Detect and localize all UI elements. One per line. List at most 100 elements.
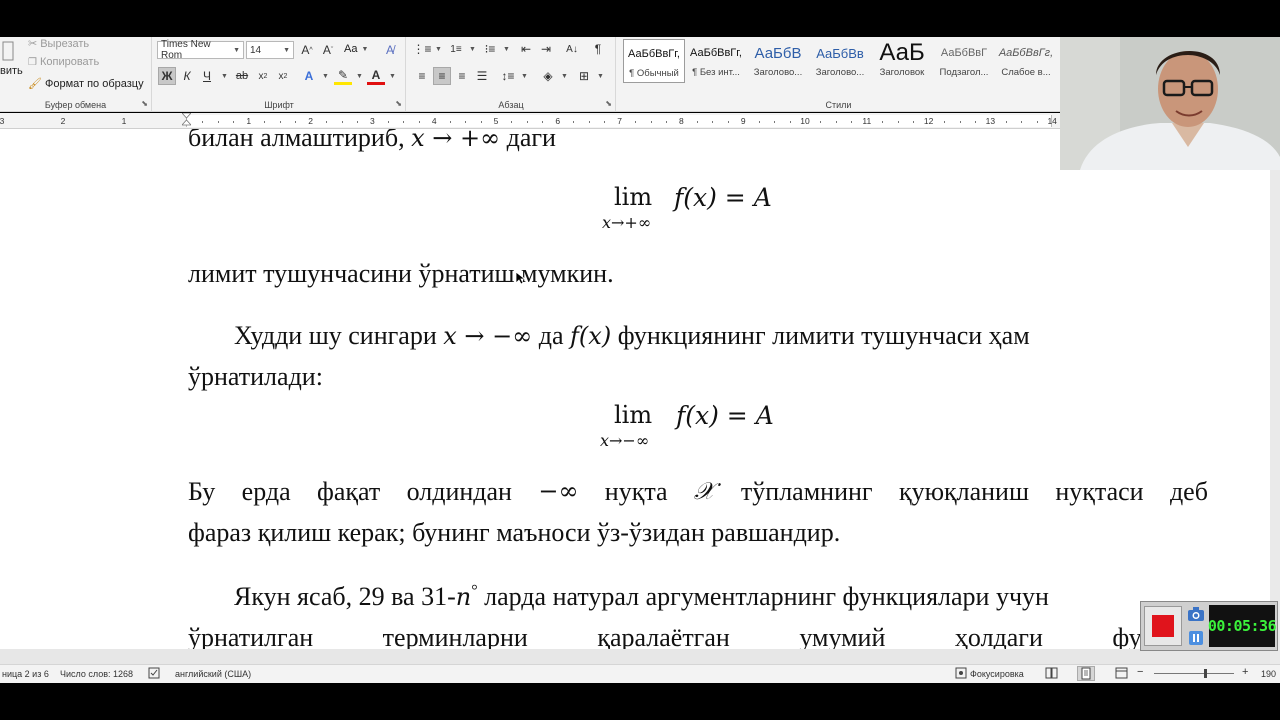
clear-formatting-icon[interactable]: A̸ xyxy=(381,41,399,59)
change-case-label: Aa xyxy=(344,43,358,55)
camera-button[interactable] xyxy=(1185,604,1207,624)
limit-formula: lim x→+∞ f(x) = A xyxy=(602,183,772,232)
zoom-slider[interactable] xyxy=(1154,673,1234,674)
style-item[interactable]: АаБбВвГг, Слабое в... xyxy=(995,39,1057,83)
style-sample: АаБбВ xyxy=(754,44,802,62)
change-case-button[interactable]: Aa ▼ xyxy=(344,43,368,55)
italic-button[interactable]: К xyxy=(178,67,196,85)
cut-button[interactable]: ✂ Вырезать xyxy=(28,37,89,51)
underline-dropdown-icon[interactable]: ▼ xyxy=(215,67,233,85)
bold-button[interactable]: Ж xyxy=(158,67,176,85)
decrease-indent-icon[interactable]: ⇤ xyxy=(517,40,535,58)
word: терминларни xyxy=(382,623,528,649)
font-group-label: Шрифт xyxy=(264,100,294,110)
indent-marker-icon[interactable] xyxy=(181,113,192,128)
bottom-black-bar xyxy=(0,683,1280,720)
font-size-combo[interactable]: 14 ▼ xyxy=(246,41,294,59)
stop-recording-button[interactable] xyxy=(1144,606,1182,646)
ruler-tick xyxy=(727,121,729,123)
ruler-tick xyxy=(944,121,946,123)
align-right-icon[interactable]: ≡ xyxy=(453,67,471,85)
shading-dropdown-icon[interactable]: ▼ xyxy=(555,67,573,85)
focus-mode-icon[interactable] xyxy=(955,667,967,681)
ruler-number: 12 xyxy=(923,116,934,126)
format-painter-button[interactable]: 🖌 Формат по образцу xyxy=(28,77,144,91)
underline-button[interactable]: Ч xyxy=(198,67,216,85)
align-center-icon[interactable]: ≡ xyxy=(433,67,451,85)
ruler-tick xyxy=(449,121,451,123)
web-layout-icon[interactable] xyxy=(1115,667,1128,681)
format-painter-label: Формат по образцу xyxy=(44,77,144,90)
lim-word: lim xyxy=(614,401,653,429)
word: қуюқланиш xyxy=(898,477,1029,506)
style-item[interactable]: АаБбВв Заголово... xyxy=(809,39,871,83)
language-indicator[interactable]: английский (США) xyxy=(175,669,251,679)
read-mode-icon[interactable] xyxy=(1045,667,1058,681)
ruler-tick xyxy=(758,121,760,123)
style-item[interactable]: АаБбВвГг, ¶ Обычный xyxy=(623,39,685,83)
highlight-dropdown-icon[interactable]: ▼ xyxy=(350,67,368,85)
zoom-out-icon[interactable]: − xyxy=(1137,666,1143,678)
ruler-number: 7 xyxy=(617,116,622,126)
show-formatting-icon[interactable]: ¶ xyxy=(589,40,607,58)
style-sample: АаБбВвГ xyxy=(940,47,988,59)
sort-icon[interactable]: A↓ xyxy=(563,40,581,58)
font-color-dropdown-icon[interactable]: ▼ xyxy=(383,67,401,85)
font-name-combo[interactable]: Times New Rom ▼ xyxy=(157,39,244,61)
style-item[interactable]: АаБбВвГ Подзагол... xyxy=(933,39,995,83)
paste-button[interactable]: вить xyxy=(0,65,23,77)
shrink-font-icon[interactable]: Aˇ xyxy=(319,41,337,59)
bullets-dropdown-icon[interactable]: ▼ xyxy=(429,40,447,58)
ruler-tick xyxy=(356,121,358,123)
increase-indent-icon[interactable]: ⇥ xyxy=(537,40,555,58)
scissors-icon: ✂ xyxy=(28,38,38,50)
zoom-in-icon[interactable]: + xyxy=(1242,666,1248,678)
word: деб xyxy=(1169,477,1208,506)
proofing-icon[interactable] xyxy=(148,667,160,681)
text-line: билан алмаштириб, x → +∞ даги xyxy=(188,129,556,153)
copy-button[interactable]: ❐ Копировать xyxy=(28,56,99,68)
word: −∞ xyxy=(538,477,579,505)
focus-mode-button[interactable]: Фокусировка xyxy=(970,669,1024,679)
pause-recording-button[interactable] xyxy=(1185,628,1207,648)
horizontal-ruler[interactable]: 321 1 2 3 4 5 6 7 8 9 10 11 12 13 14 xyxy=(0,113,1060,129)
ruler-number: 6 xyxy=(555,116,561,126)
subscript-icon[interactable]: x2 xyxy=(254,67,272,85)
page-indicator[interactable]: ница 2 из 6 xyxy=(2,669,49,679)
style-item[interactable]: АаБбВ Заголово... xyxy=(747,39,809,83)
zoom-level[interactable]: 190 xyxy=(1261,669,1276,679)
numbering-dropdown-icon[interactable]: ▼ xyxy=(463,40,481,58)
borders-dropdown-icon[interactable]: ▼ xyxy=(591,67,609,85)
ribbon: вить ✂ Вырезать ❐ Копировать 🖌 Формат по… xyxy=(0,37,1060,112)
dialog-launcher-icon[interactable]: ⬊ xyxy=(395,99,402,108)
word: 𝒳 xyxy=(693,477,715,505)
ruler-number: 14 xyxy=(1047,116,1057,126)
style-sample: АаБбВвГг, xyxy=(690,47,742,59)
superscript-icon[interactable]: x2 xyxy=(274,67,292,85)
degree-sign: ° xyxy=(471,582,478,600)
ruler-tick xyxy=(1005,121,1007,123)
document-page[interactable]: билан алмаштириб, x → +∞ даги lim x→+∞ f… xyxy=(0,129,1270,649)
word: олдиндан xyxy=(406,477,512,506)
word-count[interactable]: Число слов: 1268 xyxy=(60,669,133,679)
dialog-launcher-icon[interactable]: ⬊ xyxy=(605,99,612,108)
ruler-tick xyxy=(913,121,915,123)
multilevel-dropdown-icon[interactable]: ▼ xyxy=(497,40,515,58)
grow-font-icon[interactable]: A ^ xyxy=(298,41,316,59)
vertical-scrollbar[interactable] xyxy=(1270,129,1280,664)
style-item[interactable]: АаБбВвГг, ¶ Без инт... xyxy=(685,39,747,83)
dialog-launcher-icon[interactable]: ⬊ xyxy=(141,99,148,108)
align-left-icon[interactable]: ≡ xyxy=(413,67,431,85)
style-item[interactable]: АаБ Заголовок xyxy=(871,39,933,83)
camera-icon xyxy=(1188,607,1204,621)
print-layout-icon[interactable] xyxy=(1077,666,1095,681)
zoom-slider-thumb[interactable] xyxy=(1204,669,1207,678)
justify-icon[interactable]: ☰ xyxy=(473,67,491,85)
ruler-tick xyxy=(974,121,976,123)
line-spacing-dropdown-icon[interactable]: ▼ xyxy=(515,67,533,85)
text-effects-dropdown-icon[interactable]: ▼ xyxy=(316,67,334,85)
copy-label: Копировать xyxy=(39,56,100,68)
paste-icon[interactable] xyxy=(2,39,16,63)
ruler-tick xyxy=(635,121,637,123)
strikethrough-icon[interactable]: ab xyxy=(233,67,251,85)
